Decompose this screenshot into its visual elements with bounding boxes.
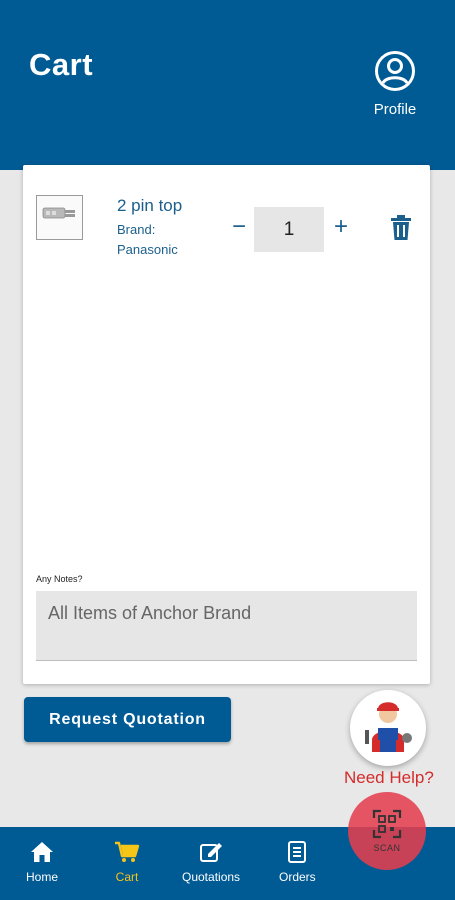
nav-label-home: Home [26,870,59,884]
orders-icon [288,841,307,863]
cart-item-name[interactable]: 2 pin top [117,196,182,216]
profile-label: Profile [373,101,417,118]
qr-scan-icon [372,809,402,839]
nav-item-quotations[interactable]: Quotations [182,841,240,884]
trash-icon [391,215,411,240]
notes-label: Any Notes? [36,574,83,584]
nav-label-cart: Cart [115,870,139,884]
brand-value: Panasonic [117,242,178,257]
nav-label-orders: Orders [279,870,316,884]
technician-icon [365,702,412,752]
request-quotation-button[interactable]: Request Quotation [24,697,231,742]
cart-item-brand: Brand: Panasonic [117,220,207,260]
help-avatar-button[interactable] [350,690,426,766]
brand-label: Brand: [117,222,156,237]
nav-item-home[interactable]: Home [26,841,58,884]
home-icon [31,842,53,862]
cart-card: 2 pin top Brand: Panasonic − 1 + Any Not… [23,165,430,684]
user-circle-icon [375,51,415,91]
app-header: Cart Profile [0,0,455,170]
need-help-label[interactable]: Need Help? [344,768,434,788]
cart-icon [115,841,140,862]
plug-icon [42,207,75,219]
profile-button[interactable]: Profile [369,50,421,118]
scan-button[interactable]: SCAN [348,792,426,870]
increase-quantity-button[interactable]: + [329,215,353,241]
quantity-field[interactable]: 1 [254,207,324,252]
nav-item-cart[interactable]: Cart [114,841,140,884]
nav-label-quotations: Quotations [182,870,241,884]
quotations-icon [200,843,223,862]
delete-item-button[interactable] [389,215,413,241]
decrease-quantity-button[interactable]: − [227,215,251,241]
page-title: Cart [29,47,94,82]
notes-input[interactable]: All Items of Anchor Brand [36,591,417,661]
nav-item-orders[interactable]: Orders [279,841,316,884]
scan-label: SCAN [373,843,401,853]
product-thumbnail [36,195,83,240]
